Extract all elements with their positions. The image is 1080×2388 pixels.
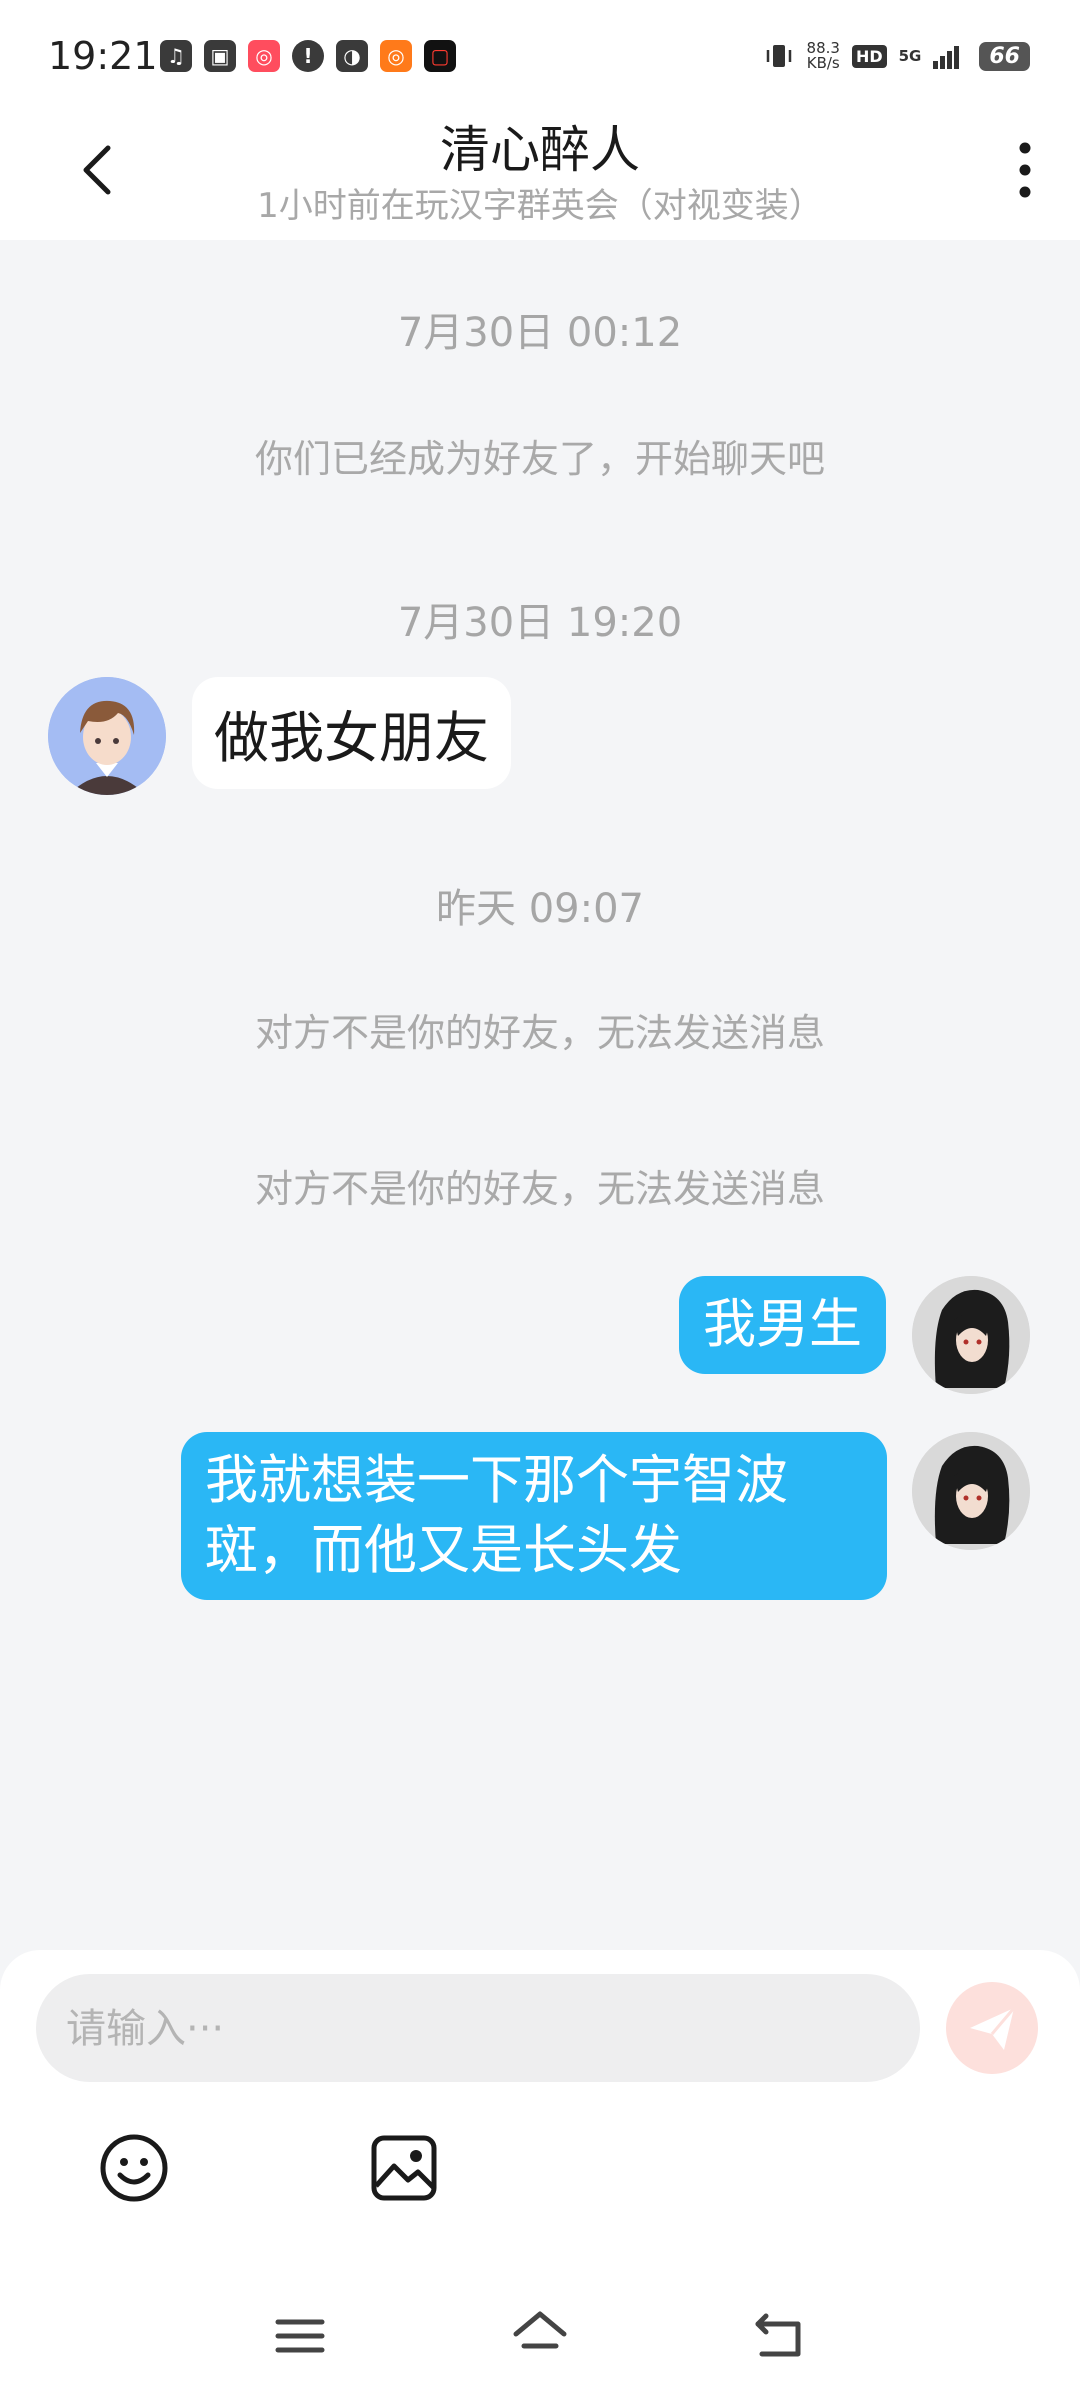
battery-icon: 66 <box>979 41 1030 71</box>
hd-badge: HD <box>851 44 887 68</box>
message-timestamp: 昨天 09:07 <box>436 886 644 932</box>
image-button[interactable] <box>368 2132 440 2204</box>
video-icon: ▢ <box>424 40 456 72</box>
contact-status: 1小时前在玩汉字群英会（对视变装） <box>257 186 823 226</box>
outgoing-message-bubble[interactable]: 我就想装一下那个宇智波斑，而他又是长头发 <box>181 1432 887 1600</box>
back-nav-button[interactable] <box>752 2308 808 2364</box>
chat-header: 清心醉人 1小时前在玩汉字群英会（对视变装） <box>0 110 1080 240</box>
home-icon <box>513 2311 567 2349</box>
anime-long-hair-avatar <box>912 1276 1030 1394</box>
message-timestamp: 7月30日 00:12 <box>397 310 683 356</box>
alert-icon: ! <box>292 40 324 72</box>
anime-boy-avatar <box>48 677 166 795</box>
contact-name: 清心醉人 <box>440 121 640 179</box>
menu-icon <box>275 2319 325 2353</box>
emoji-icon <box>100 2134 168 2202</box>
emoji-button[interactable] <box>98 2132 170 2204</box>
message-input[interactable] <box>64 1974 888 2084</box>
message-input-container <box>36 1974 920 2084</box>
system-nav-bar <box>0 2290 1080 2388</box>
status-time: 19:21 <box>48 34 158 78</box>
send-button[interactable] <box>946 1982 1038 2074</box>
my-avatar[interactable] <box>912 1276 1030 1394</box>
net-speed: 88.3 KB/s <box>806 39 840 72</box>
incoming-message-bubble[interactable]: 做我女朋友 <box>192 677 512 789</box>
system-message: 你们已经成为好友了，开始聊天吧 <box>254 437 825 481</box>
music-icon: ♫ <box>160 40 192 72</box>
network-type: 5G <box>898 47 922 65</box>
wechat-icon: ◑ <box>336 40 368 72</box>
notification-icons: ♫ ▣ ◎ ! ◑ ◎ ▢ <box>160 40 456 72</box>
image-icon <box>371 2135 437 2201</box>
my-avatar[interactable] <box>912 1432 1030 1550</box>
contact-avatar[interactable] <box>48 677 166 795</box>
kuaishou-icon: ◎ <box>380 40 412 72</box>
outgoing-message-bubble[interactable]: 我男生 <box>679 1276 886 1374</box>
anime-long-hair-avatar <box>912 1432 1030 1550</box>
system-message: 对方不是你的好友，无法发送消息 <box>254 1167 825 1211</box>
status-bar: 19:21 ♫ ▣ ◎ ! ◑ ◎ ▢ 88.3 KB/s HD 5G 66 <box>0 0 1080 110</box>
message-timestamp: 7月30日 19:20 <box>397 600 683 646</box>
send-icon <box>970 2007 1016 2050</box>
game-icon: ▣ <box>204 40 236 72</box>
more-options-button[interactable] <box>1000 138 1050 202</box>
kuaishou-icon: ◎ <box>248 40 280 72</box>
home-nav-button[interactable] <box>512 2308 568 2364</box>
menu-nav-button[interactable] <box>272 2308 328 2364</box>
signal-icon <box>933 46 960 69</box>
vibrate-icon <box>766 45 791 67</box>
status-indicators: 88.3 KB/s HD 5G 66 <box>763 40 1030 72</box>
system-message: 对方不是你的好友，无法发送消息 <box>254 1011 825 1055</box>
return-icon <box>755 2313 801 2357</box>
more-vertical-icon <box>1019 142 1031 198</box>
